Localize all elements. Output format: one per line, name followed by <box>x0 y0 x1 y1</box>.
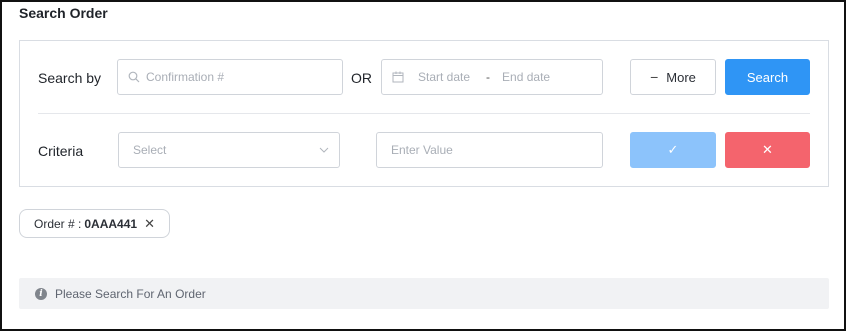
filter-tag-label: Order # : <box>34 216 82 231</box>
chevron-down-icon <box>319 147 329 153</box>
empty-state-notice: i Please Search For An Order <box>19 278 829 309</box>
select-placeholder: Select <box>133 143 167 157</box>
end-date-placeholder[interactable]: End date <box>502 70 550 84</box>
more-button-label: More <box>666 69 696 85</box>
close-icon: ✕ <box>762 142 773 157</box>
row-divider <box>38 113 810 114</box>
remove-filter-icon[interactable]: ✕ <box>144 216 155 232</box>
more-button[interactable]: − More <box>630 59 716 95</box>
search-icon <box>128 71 140 83</box>
page-title: Search Order <box>19 5 108 21</box>
check-icon: ✓ <box>667 142 679 157</box>
criteria-value-input[interactable]: Enter Value <box>376 132 603 168</box>
or-text: OR <box>351 70 372 86</box>
start-date-placeholder[interactable]: Start date <box>418 70 470 84</box>
search-button[interactable]: Search <box>725 59 810 95</box>
value-placeholder: Enter Value <box>391 143 453 157</box>
info-icon: i <box>35 287 47 300</box>
criteria-label: Criteria <box>38 143 84 159</box>
criteria-select[interactable]: Select <box>118 132 340 168</box>
date-range-input[interactable]: Start date - End date <box>381 59 603 95</box>
search-by-label: Search by <box>38 70 102 86</box>
calendar-icon <box>392 71 404 83</box>
apply-criteria-button[interactable]: ✓ <box>630 132 716 168</box>
filter-tag: Order # : 0AAA441 ✕ <box>19 209 170 238</box>
search-panel: Search by Confirmation # OR Start date -… <box>19 40 829 187</box>
confirmation-placeholder: Confirmation # <box>146 70 225 84</box>
minus-icon: − <box>650 69 659 85</box>
clear-criteria-button[interactable]: ✕ <box>725 132 810 168</box>
search-button-label: Search <box>746 69 789 85</box>
filter-tag-value: 0AAA441 <box>84 216 138 231</box>
date-separator: - <box>486 70 491 84</box>
confirmation-input[interactable]: Confirmation # <box>117 59 343 95</box>
notice-text: Please Search For An Order <box>55 286 206 301</box>
